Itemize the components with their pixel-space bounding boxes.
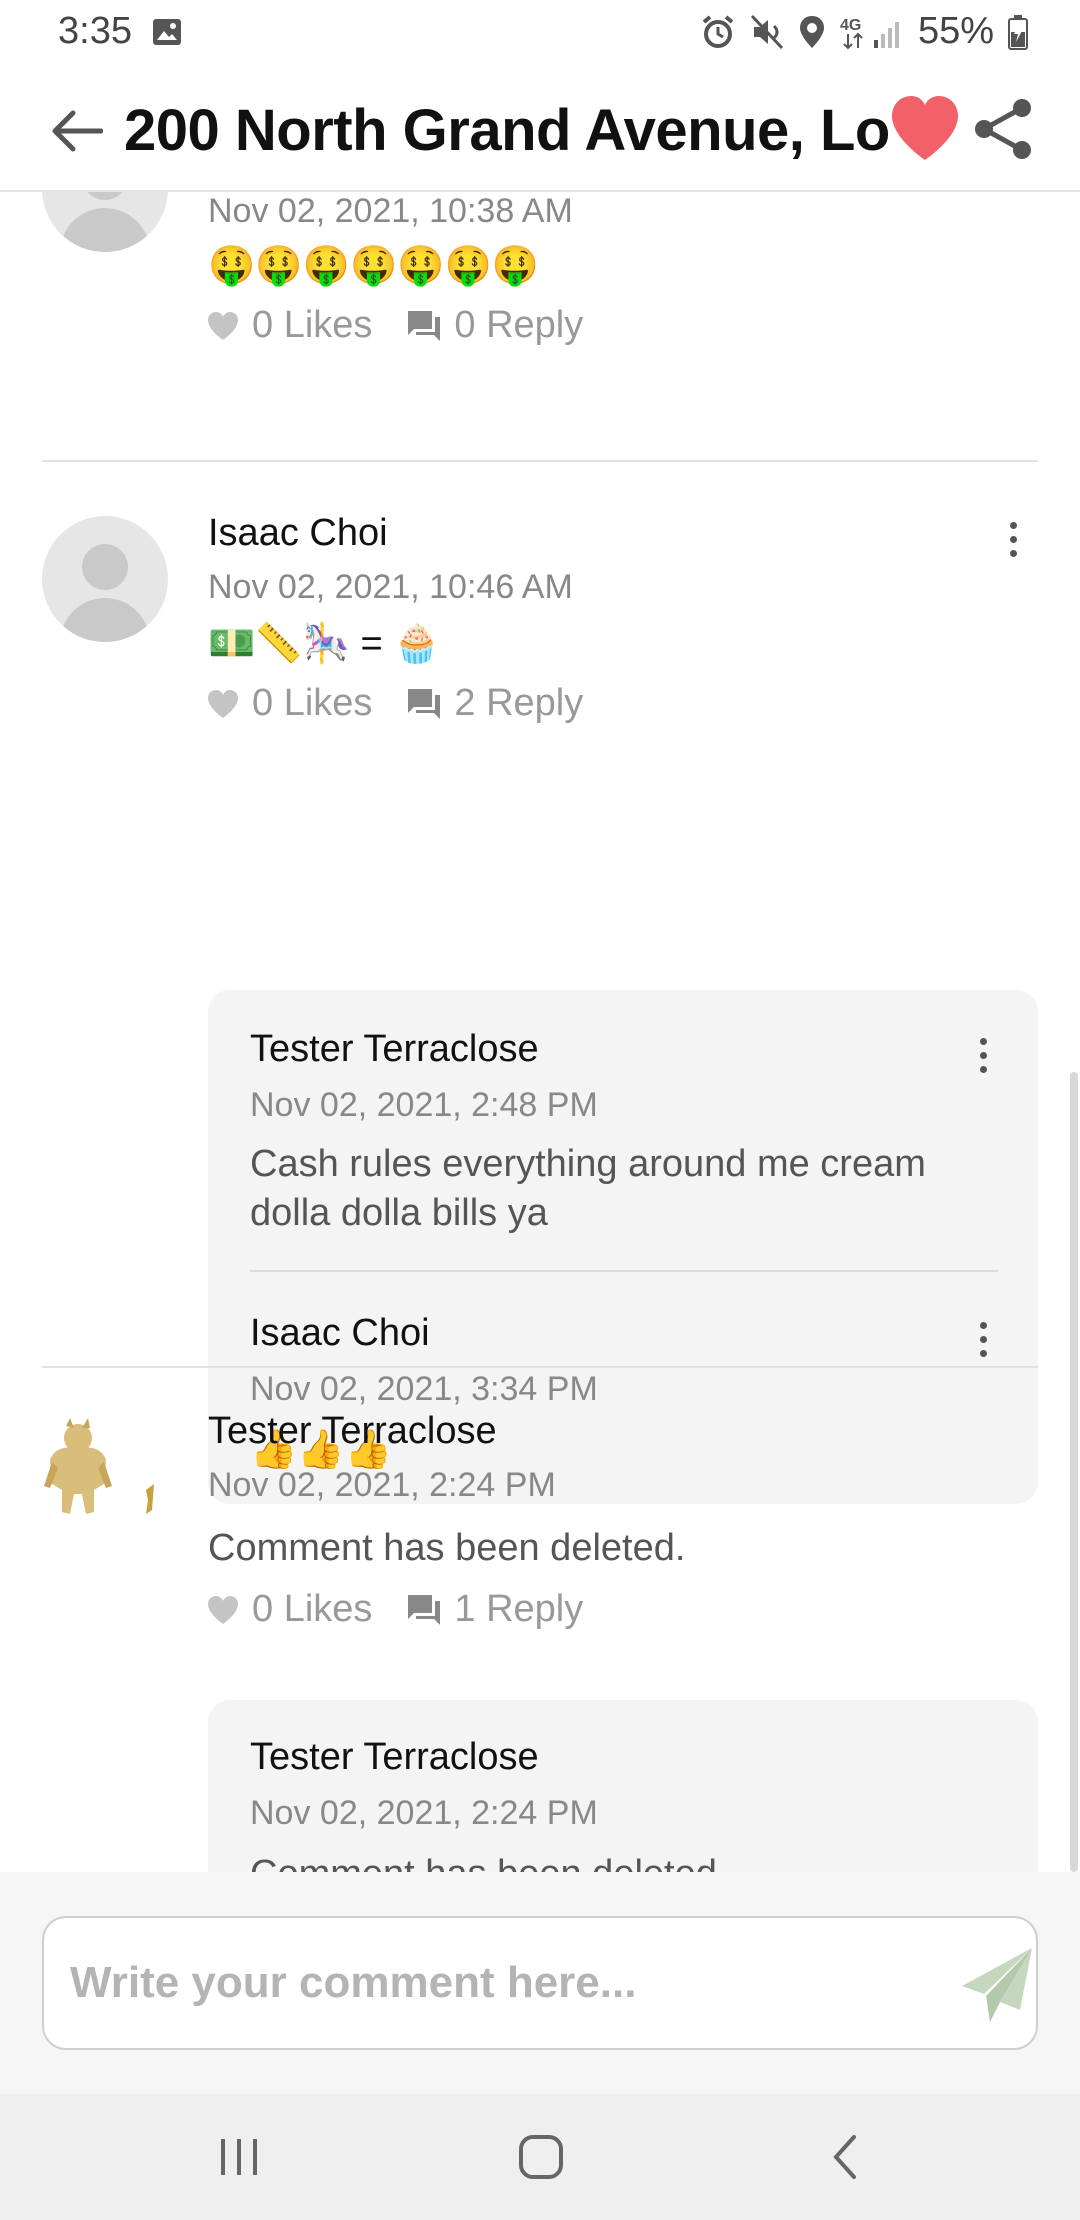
comment-text: Comment has been deleted. (208, 1527, 686, 1569)
like-button[interactable]: 0 Likes (206, 1588, 372, 1631)
avatar[interactable] (42, 192, 168, 252)
reply-text: Comment has been deleted. (250, 1850, 970, 1872)
reply-author[interactable]: Tester Terraclose (250, 1736, 539, 1779)
comment-author[interactable]: Tester Terraclose (208, 1410, 497, 1453)
comment-menu-button[interactable] (998, 514, 1028, 564)
comment-text: 🤑🤑🤑🤑🤑🤑🤑 (208, 245, 540, 287)
like-heart-icon (208, 311, 238, 340)
like-button[interactable]: 0 Likes (206, 682, 372, 725)
image-notification-icon (153, 19, 181, 45)
back-icon (833, 2135, 856, 2179)
reply-count: 0 Reply (454, 304, 584, 346)
reply-button[interactable]: 0 Reply (406, 304, 583, 347)
app-bar: 200 North Grand Avenue, Lo (0, 70, 1080, 192)
reply-divider (250, 1270, 998, 1272)
reply-count: 2 Reply (454, 682, 584, 724)
comment-date: Nov 02, 2021, 2:24 PM (208, 1466, 556, 1504)
comment-date: Nov 02, 2021, 10:46 AM (208, 568, 573, 606)
home-button[interactable] (496, 2122, 586, 2192)
comment-divider (42, 1366, 1038, 1368)
reply-author[interactable]: Tester Terraclose (250, 1028, 539, 1071)
reply-button[interactable]: 1 Reply (406, 1588, 583, 1631)
comment-composer (0, 1872, 1080, 2094)
comment-text: 💵📏🎠 = 🧁 (208, 623, 441, 665)
doge-avatar-image (44, 1418, 154, 1514)
battery-percent: 55% (917, 10, 994, 52)
network-icon: 4G (840, 17, 899, 49)
reply-chat-icon (408, 310, 441, 341)
status-icons: 4G 55% (700, 10, 1028, 53)
likes-count: 0 Likes (252, 682, 373, 724)
recents-icon (221, 2139, 257, 2175)
scrollbar[interactable] (1070, 1072, 1078, 1872)
reply-date: Nov 02, 2021, 3:34 PM (250, 1370, 598, 1408)
comment-input[interactable] (70, 1918, 910, 2048)
comment-actions: 0 Likes 2 Reply (206, 682, 617, 725)
like-heart-icon (208, 689, 238, 718)
mute-icon (750, 14, 784, 49)
likes-count: 0 Likes (252, 304, 373, 346)
avatar[interactable] (42, 516, 168, 642)
reply-menu-button[interactable] (968, 1314, 998, 1364)
like-button[interactable]: 0 Likes (206, 304, 372, 347)
svg-text:4G: 4G (840, 17, 861, 34)
comment-date: Nov 02, 2021, 10:38 AM (208, 192, 573, 230)
reply-author[interactable]: Isaac Choi (250, 1312, 430, 1355)
replies-box: Tester Terraclose Nov 02, 2021, 2:24 PM … (208, 1700, 1038, 1872)
status-bar: 3:35 4G 55% (0, 0, 1080, 70)
heart-icon[interactable] (888, 92, 962, 166)
reply-chat-icon (408, 1594, 441, 1625)
reply-date: Nov 02, 2021, 2:24 PM (250, 1794, 598, 1832)
system-nav-bar (0, 2094, 1080, 2220)
back-button[interactable] (44, 98, 110, 164)
send-icon[interactable] (952, 1940, 1042, 2030)
comment-input-box[interactable] (42, 1916, 1038, 2050)
comment-actions: 0 Likes 0 Reply (206, 304, 617, 347)
page-title: 200 North Grand Avenue, Lo (124, 98, 890, 163)
share-icon[interactable] (970, 96, 1036, 162)
comment-author[interactable]: Isaac Choi (208, 512, 388, 555)
recents-button[interactable] (194, 2122, 284, 2192)
comment-divider (42, 460, 1038, 462)
reply-date: Nov 02, 2021, 2:48 PM (250, 1086, 598, 1124)
battery-icon (1008, 14, 1028, 50)
reply-menu-button[interactable] (968, 1030, 998, 1080)
back-arrow-icon (52, 110, 103, 152)
nav-back-button[interactable] (800, 2122, 890, 2192)
alarm-icon (702, 14, 734, 48)
comment-actions: 0 Likes 1 Reply (206, 1588, 617, 1631)
location-icon (799, 15, 824, 48)
like-heart-icon (208, 1595, 238, 1624)
home-icon (519, 2135, 563, 2179)
reply-count: 1 Reply (454, 1588, 584, 1630)
avatar[interactable] (42, 1414, 168, 1540)
reply-button[interactable]: 2 Reply (406, 682, 583, 725)
likes-count: 0 Likes (252, 1588, 373, 1630)
status-time: 3:35 (58, 10, 132, 52)
reply-text: Cash rules everything around me cream do… (250, 1143, 926, 1235)
reply-chat-icon (408, 688, 441, 719)
comment-list[interactable]: Nov 02, 2021, 10:38 AM 🤑🤑🤑🤑🤑🤑🤑 0 Likes 0… (0, 192, 1080, 1872)
